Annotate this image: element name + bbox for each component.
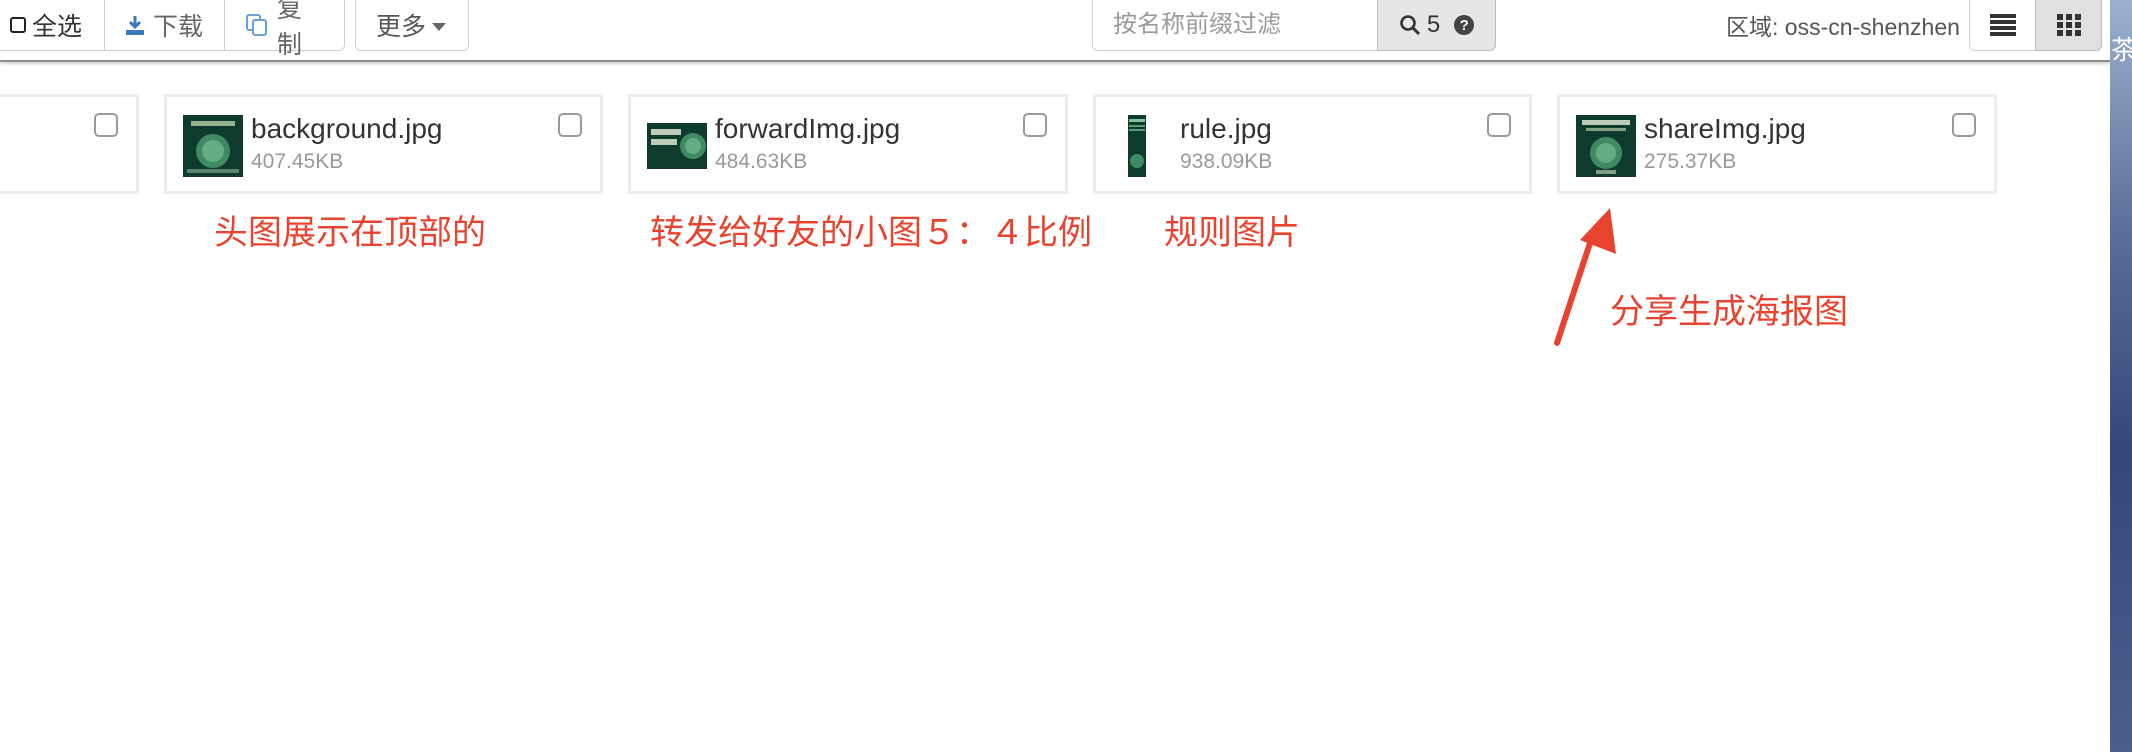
copy-label: 复制 <box>277 0 303 59</box>
more-label: 更多 <box>376 13 427 41</box>
select-all-label: 全选 <box>32 13 83 41</box>
file-checkbox[interactable] <box>1952 113 1976 137</box>
file-tile[interactable]: forwardImg.jpg 484.63KB <box>628 94 1068 194</box>
download-icon <box>125 14 145 36</box>
file-name: rule.jpg <box>1180 113 1272 144</box>
select-all-button[interactable]: 全选 <box>0 0 105 51</box>
image-thumbnail <box>183 115 243 177</box>
image-thumbnail <box>1576 115 1636 177</box>
search-icon <box>1400 15 1420 36</box>
file-size: 484.63KB <box>715 150 808 173</box>
file-tile[interactable]: background.jpg 407.45KB <box>164 94 603 194</box>
select-all-checkbox-icon <box>10 17 26 33</box>
file-checkbox[interactable] <box>1487 113 1511 137</box>
desktop-background-strip <box>2110 0 2132 752</box>
download-label: 下载 <box>153 13 204 41</box>
file-name: forwardImg.jpg <box>715 113 901 144</box>
file-name: shareImg.jpg <box>1644 113 1806 144</box>
region-label: 区域: oss-cn-shenzhen <box>1726 14 1960 40</box>
file-size: 938.09KB <box>1180 150 1273 173</box>
download-button[interactable]: 下载 <box>105 0 225 51</box>
more-button-group: 更多 <box>355 0 469 51</box>
list-view-button[interactable] <box>1969 0 2036 51</box>
toolbar: 全选 下载 复制 更多 按名称前缀过滤 5 ? 区域: oss-cn-shenz… <box>0 0 2110 62</box>
prefix-filter-input[interactable] <box>1092 0 1378 51</box>
file-tile[interactable]: shareImg.jpg 275.37KB <box>1557 94 1997 194</box>
search-button[interactable]: 5 ? <box>1377 0 1496 51</box>
file-name: background.jpg <box>251 113 443 144</box>
help-icon[interactable]: ? <box>1454 15 1475 35</box>
annotation-arrow-icon <box>1554 208 1616 346</box>
file-tile-partial[interactable] <box>0 94 139 194</box>
more-dropdown-button[interactable]: 更多 <box>355 0 469 51</box>
grid-view-button[interactable] <box>2035 0 2102 51</box>
caret-down-icon <box>432 22 447 31</box>
file-size: 407.45KB <box>251 150 344 173</box>
copy-icon <box>245 13 269 37</box>
annotation-rule: 规则图片 <box>1164 213 1300 253</box>
desktop-side-text: 茶 <box>2111 35 2132 65</box>
file-size: 275.37KB <box>1644 150 1737 173</box>
file-checkbox[interactable] <box>1023 113 1047 137</box>
copy-button[interactable]: 复制 <box>225 0 345 59</box>
image-thumbnail <box>1112 115 1172 177</box>
file-checkbox[interactable] <box>94 113 118 137</box>
action-button-group: 全选 下载 复制 <box>0 0 345 59</box>
file-checkbox[interactable] <box>558 113 582 137</box>
list-view-icon <box>1989 14 2016 36</box>
annotation-share: 分享生成海报图 <box>1610 292 1848 332</box>
grid-view-icon <box>2056 14 2081 36</box>
image-thumbnail <box>647 115 707 177</box>
search-count: 5 <box>1426 11 1441 38</box>
annotation-forward: 转发给好友的小图５：４比例 <box>650 213 1092 253</box>
file-tile[interactable]: rule.jpg 938.09KB <box>1093 94 1532 194</box>
annotation-background: 头图展示在顶部的 <box>214 213 486 253</box>
